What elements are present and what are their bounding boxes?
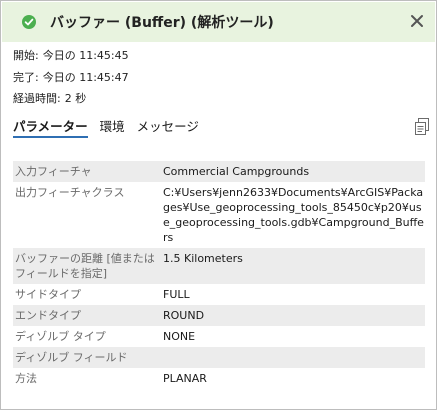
end-value: 今日の 11:45:47 bbox=[42, 71, 129, 84]
param-value: C:¥Users¥jenn2633¥Documents¥ArcGIS¥Packa… bbox=[163, 186, 424, 244]
param-name: ディゾルブ タイプ bbox=[15, 330, 106, 343]
param-row: ディゾルブ タイプ NONE bbox=[13, 326, 425, 347]
param-name: ディゾルブ フィールド bbox=[15, 351, 128, 364]
end-time: 完了: 今日の 11:45:47 bbox=[13, 69, 129, 85]
param-value: 1.5 Kilometers bbox=[163, 252, 243, 265]
param-name: エンドタイプ bbox=[15, 309, 81, 322]
tab-parameters[interactable]: パラメーター bbox=[13, 116, 88, 138]
param-row: エンドタイプ ROUND bbox=[13, 305, 425, 326]
param-name: 入力フィーチャ bbox=[15, 165, 92, 178]
result-header: バッファー (Buffer) (解析ツール) bbox=[2, 2, 435, 42]
tab-bar: パラメーター 環境 メッセージ bbox=[13, 116, 199, 138]
param-row: バッファーの距離 [値または フィールドを指定] 1.5 Kilometers bbox=[13, 248, 425, 284]
close-icon[interactable] bbox=[409, 13, 425, 29]
elapsed-label: 経過時間: bbox=[13, 92, 61, 105]
param-row: 方法 PLANAR bbox=[13, 368, 425, 389]
param-value: Commercial Campgrounds bbox=[163, 165, 310, 178]
param-value: FULL bbox=[163, 288, 190, 301]
parameters-table: 入力フィーチャ Commercial Campgrounds 出力フィーチャクラ… bbox=[13, 161, 425, 389]
param-row: 出力フィーチャクラス C:¥Users¥jenn2633¥Documents¥A… bbox=[13, 182, 425, 248]
geoprocessing-result-panel: バッファー (Buffer) (解析ツール) 開始: 今日の 11:45:45 完… bbox=[0, 0, 437, 410]
start-label: 開始: bbox=[13, 49, 39, 62]
param-name: 出力フィーチャクラス bbox=[15, 186, 125, 199]
elapsed-value: 2 秒 bbox=[64, 92, 87, 105]
param-value: ROUND bbox=[163, 309, 205, 322]
start-value: 今日の 11:45:45 bbox=[42, 49, 129, 62]
param-value: NONE bbox=[163, 330, 196, 343]
param-row: 入力フィーチャ Commercial Campgrounds bbox=[13, 161, 425, 182]
param-value: PLANAR bbox=[163, 372, 207, 385]
param-name: サイドタイプ bbox=[15, 288, 81, 301]
elapsed-time: 経過時間: 2 秒 bbox=[13, 90, 86, 106]
tab-environments[interactable]: 環境 bbox=[100, 116, 125, 138]
check-circle-icon bbox=[22, 15, 36, 29]
param-name: 方法 bbox=[15, 372, 37, 385]
end-label: 完了: bbox=[13, 71, 39, 84]
tab-messages[interactable]: メッセージ bbox=[137, 116, 199, 138]
param-row: ディゾルブ フィールド bbox=[13, 347, 425, 368]
param-row: サイドタイプ FULL bbox=[13, 284, 425, 305]
param-name: バッファーの距離 [値または フィールドを指定] bbox=[15, 252, 155, 280]
start-time: 開始: 今日の 11:45:45 bbox=[13, 47, 129, 63]
copy-icon[interactable] bbox=[414, 118, 430, 136]
tool-title: バッファー (Buffer) (解析ツール) bbox=[50, 15, 274, 31]
